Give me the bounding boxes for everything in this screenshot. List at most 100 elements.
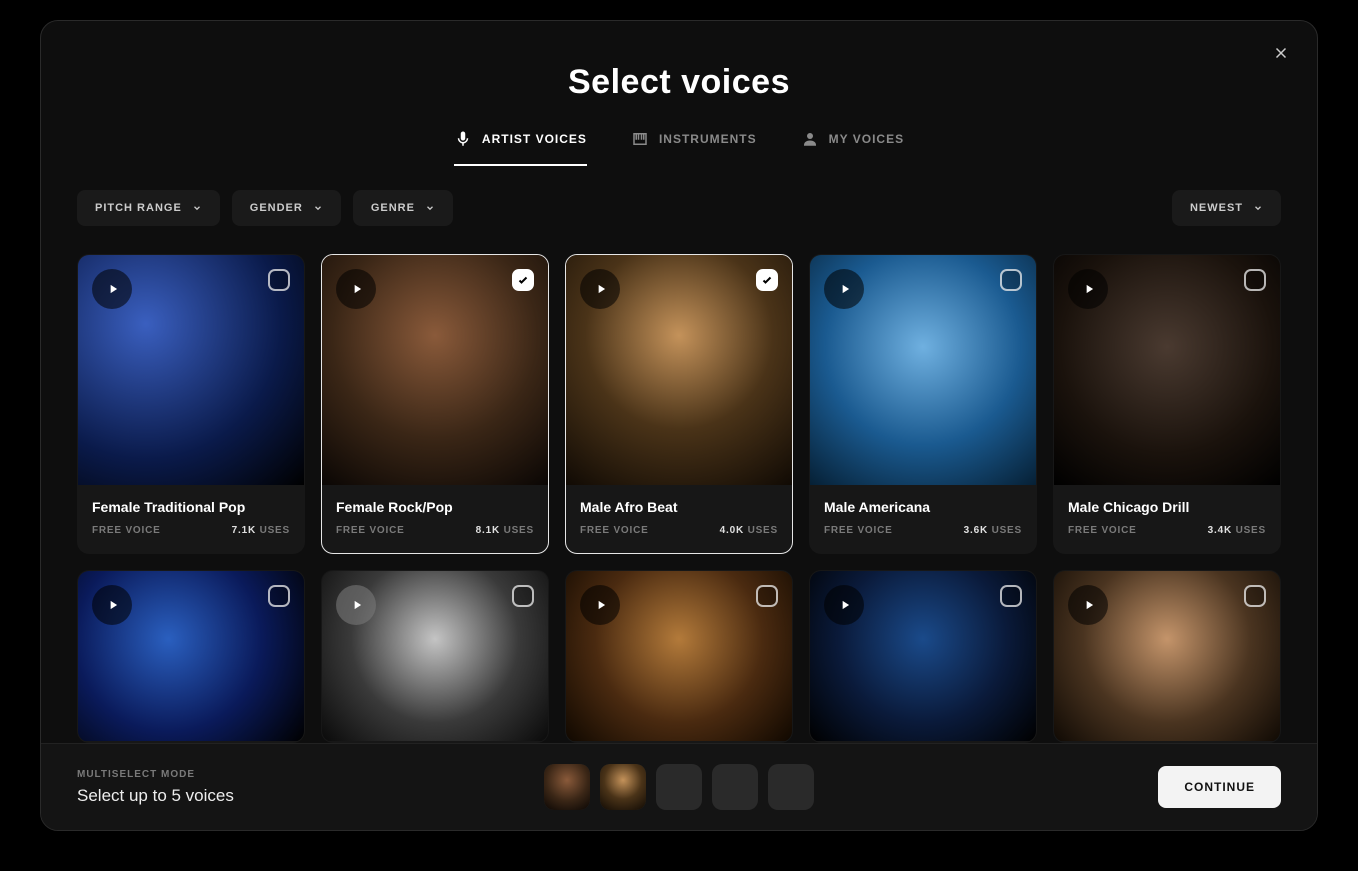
select-checkbox[interactable]	[756, 585, 778, 607]
filter-gender[interactable]: GENDER	[232, 190, 341, 226]
select-checkbox[interactable]	[1244, 269, 1266, 291]
play-button[interactable]	[92, 585, 132, 625]
select-checkbox[interactable]	[1244, 585, 1266, 607]
voice-artwork	[78, 255, 304, 485]
check-icon	[761, 274, 773, 286]
voice-name: Female Rock/Pop	[336, 499, 534, 515]
filter-pitch-range[interactable]: PITCH RANGE	[77, 190, 220, 226]
voice-name: Male Afro Beat	[580, 499, 778, 515]
selection-slot-empty	[712, 764, 758, 810]
select-checkbox[interactable]	[1000, 269, 1022, 291]
sort-label: NEWEST	[1190, 202, 1243, 214]
play-button[interactable]	[92, 269, 132, 309]
play-icon	[1082, 598, 1096, 612]
sort-newest[interactable]: NEWEST	[1172, 190, 1281, 226]
voice-artwork	[1054, 255, 1280, 485]
selection-slots	[544, 764, 814, 810]
voice-name: Male Americana	[824, 499, 1022, 515]
tab-artist-voices[interactable]: ARTIST VOICES	[454, 130, 587, 166]
voice-card[interactable]: Male Americana FREE VOICE 3.6K USES	[809, 254, 1037, 554]
play-icon	[838, 598, 852, 612]
voice-card[interactable]	[77, 570, 305, 743]
chevron-down-icon	[192, 203, 202, 213]
voice-artwork	[322, 255, 548, 485]
footer-bar: MULTISELECT MODE Select up to 5 voices C…	[41, 743, 1317, 830]
voice-uses: 8.1K USES	[476, 525, 534, 536]
selection-slot[interactable]	[600, 764, 646, 810]
play-button[interactable]	[824, 269, 864, 309]
play-icon	[594, 282, 608, 296]
chevron-down-icon	[313, 203, 323, 213]
selection-slot-empty	[768, 764, 814, 810]
voice-uses: 3.4K USES	[1208, 525, 1266, 536]
multiselect-mode-label: MULTISELECT MODE	[77, 769, 234, 780]
select-checkbox[interactable]	[512, 269, 534, 291]
voice-card[interactable]	[809, 570, 1037, 743]
voice-badge: FREE VOICE	[824, 525, 893, 536]
selection-slot[interactable]	[544, 764, 590, 810]
voice-card[interactable]	[1053, 570, 1281, 743]
play-button[interactable]	[336, 269, 376, 309]
chevron-down-icon	[425, 203, 435, 213]
play-icon	[106, 598, 120, 612]
play-button[interactable]	[1068, 585, 1108, 625]
tab-my-voices[interactable]: MY VOICES	[801, 130, 904, 166]
voice-artwork	[566, 255, 792, 485]
voice-badge: FREE VOICE	[580, 525, 649, 536]
voice-tabs: ARTIST VOICES INSTRUMENTS MY VOICES	[41, 130, 1317, 166]
voice-name: Female Traditional Pop	[92, 499, 290, 515]
voice-artwork	[566, 571, 792, 741]
play-icon	[106, 282, 120, 296]
voice-uses: 4.0K USES	[720, 525, 778, 536]
voice-card[interactable]: Female Rock/Pop FREE VOICE 8.1K USES	[321, 254, 549, 554]
play-button[interactable]	[580, 269, 620, 309]
chevron-down-icon	[1253, 203, 1263, 213]
voice-card[interactable]: Male Chicago Drill FREE VOICE 3.4K USES	[1053, 254, 1281, 554]
play-icon	[594, 598, 608, 612]
voice-artwork	[322, 571, 548, 741]
play-button[interactable]	[1068, 269, 1108, 309]
select-checkbox[interactable]	[268, 585, 290, 607]
play-button[interactable]	[580, 585, 620, 625]
play-icon	[350, 282, 364, 296]
voice-badge: FREE VOICE	[1068, 525, 1137, 536]
select-checkbox[interactable]	[268, 269, 290, 291]
filter-label: PITCH RANGE	[95, 202, 182, 214]
play-icon	[350, 598, 364, 612]
play-icon	[1082, 282, 1096, 296]
voices-grid: Female Traditional Pop FREE VOICE 7.1K U…	[41, 244, 1317, 743]
voice-badge: FREE VOICE	[336, 525, 405, 536]
voice-uses: 3.6K USES	[964, 525, 1022, 536]
voice-card[interactable]	[321, 570, 549, 743]
selection-slot-empty	[656, 764, 702, 810]
select-checkbox[interactable]	[512, 585, 534, 607]
close-icon	[1272, 44, 1290, 62]
voice-uses: 7.1K USES	[232, 525, 290, 536]
filters-row: PITCH RANGE GENDER GENRE NEWEST	[41, 166, 1317, 244]
play-button[interactable]	[824, 585, 864, 625]
select-checkbox[interactable]	[756, 269, 778, 291]
person-icon	[801, 130, 819, 148]
tab-instruments[interactable]: INSTRUMENTS	[631, 130, 757, 166]
voice-name: Male Chicago Drill	[1068, 499, 1266, 515]
piano-icon	[631, 130, 649, 148]
multiselect-instruction: Select up to 5 voices	[77, 786, 234, 806]
filter-label: GENRE	[371, 202, 415, 214]
modal-title: Select voices	[41, 63, 1317, 102]
voice-card[interactable]: Male Afro Beat FREE VOICE 4.0K USES	[565, 254, 793, 554]
select-checkbox[interactable]	[1000, 585, 1022, 607]
close-button[interactable]	[1267, 39, 1295, 67]
play-button[interactable]	[336, 585, 376, 625]
tab-label: ARTIST VOICES	[482, 132, 587, 146]
tab-label: INSTRUMENTS	[659, 132, 757, 146]
voice-badge: FREE VOICE	[92, 525, 161, 536]
voice-artwork	[810, 571, 1036, 741]
filter-genre[interactable]: GENRE	[353, 190, 453, 226]
voice-card[interactable]: Female Traditional Pop FREE VOICE 7.1K U…	[77, 254, 305, 554]
mic-icon	[454, 130, 472, 148]
continue-button[interactable]: CONTINUE	[1158, 766, 1281, 808]
voice-artwork	[78, 571, 304, 741]
filter-label: GENDER	[250, 202, 303, 214]
voice-card[interactable]	[565, 570, 793, 743]
select-voices-modal: Select voices ARTIST VOICES INSTRUMENTS …	[40, 20, 1318, 831]
